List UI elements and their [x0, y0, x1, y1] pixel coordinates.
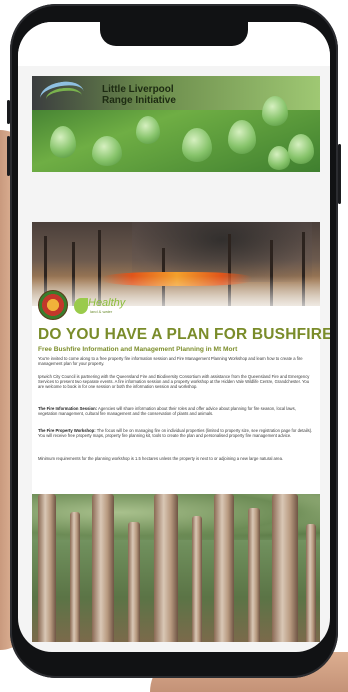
leaf-icon — [50, 126, 76, 158]
healthy-land-water-logo: Healthy land & water — [74, 294, 136, 316]
org-name: Little Liverpool Range Initiative — [102, 84, 192, 106]
info-session-paragraph: The Fire Information Session: Agencies w… — [38, 406, 316, 416]
org-name-line2: Range Initiative — [102, 95, 176, 106]
org-name-line1: Little Liverpool — [102, 84, 174, 95]
tree-trunk — [154, 494, 178, 642]
notch — [100, 22, 248, 46]
leaf-icon — [268, 146, 290, 170]
volume-button — [7, 136, 10, 176]
logo-text: Healthy — [88, 297, 126, 309]
newsletter-banner[interactable]: Little Liverpool Range Initiative — [32, 76, 320, 172]
flyer-subheadline: Free Bushfire Information and Management… — [38, 346, 238, 353]
leaf-icon — [136, 116, 160, 144]
volume-button — [7, 100, 10, 124]
leaf-icon — [262, 96, 288, 126]
tree-trunk — [70, 512, 80, 642]
tree-trunk — [192, 516, 202, 642]
flyer-headline: DO YOU HAVE A PLAN FOR BUSHFIRE? — [38, 326, 330, 343]
power-button — [338, 144, 341, 204]
leaf-icon — [228, 120, 256, 154]
tree-trunk — [92, 494, 114, 642]
council-logo — [38, 290, 68, 320]
leaf-icon — [182, 128, 212, 162]
forest-photo — [32, 494, 320, 642]
tree-trunk — [272, 494, 298, 642]
leaf-icon — [288, 134, 314, 164]
tree-trunk — [214, 494, 234, 642]
requirements-paragraph: Minimum requirements for the planning wo… — [38, 456, 284, 461]
bushfire-flyer[interactable]: Healthy land & water DO YOU HAVE A PLAN … — [32, 222, 330, 642]
leaf-icon — [74, 298, 88, 314]
tree-trunk — [128, 522, 140, 642]
workshop-paragraph: The Fire Property Workshop: The focus wi… — [38, 428, 316, 438]
partnership-paragraph: Ipswich City Council is partnering with … — [38, 374, 310, 390]
tree-trunk — [306, 524, 316, 642]
intro-paragraph: You're invited to come along to a free p… — [38, 356, 303, 367]
tree-trunk — [248, 508, 260, 642]
phone-screen[interactable]: Little Liverpool Range Initiative Health… — [18, 22, 330, 652]
logo-subtext: land & water — [90, 309, 113, 314]
tree-trunk — [38, 494, 56, 642]
leaf-icon — [92, 136, 122, 166]
